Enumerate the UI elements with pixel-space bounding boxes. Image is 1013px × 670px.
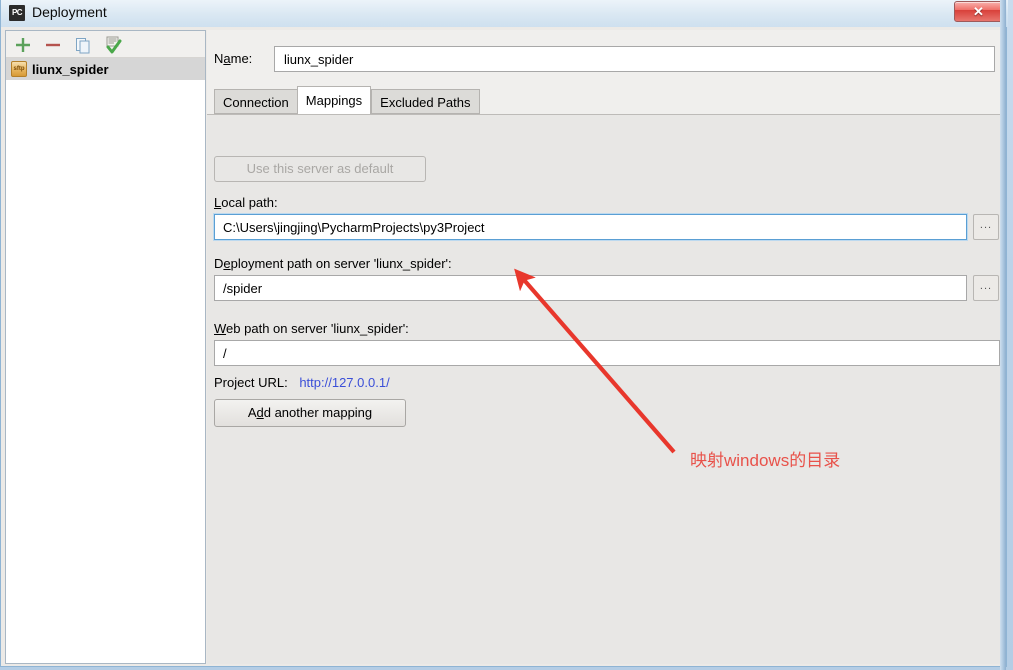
sftp-icon: sftp bbox=[11, 61, 27, 77]
close-icon: ✕ bbox=[973, 4, 984, 19]
validate-server-button[interactable] bbox=[102, 35, 124, 55]
copy-icon bbox=[76, 38, 90, 54]
plus-icon bbox=[16, 38, 30, 52]
web-path-input[interactable] bbox=[214, 340, 1000, 366]
web-path-label: Web path on server 'liunx_spider': bbox=[214, 321, 409, 336]
settings-tabs: Connection Mappings Excluded Paths bbox=[214, 85, 480, 114]
project-url-link[interactable]: http://127.0.0.1/ bbox=[299, 375, 389, 390]
deployment-path-label: Deployment path on server 'liunx_spider'… bbox=[214, 256, 452, 271]
close-button[interactable]: ✕ bbox=[954, 1, 1003, 22]
tab-excluded-paths[interactable]: Excluded Paths bbox=[371, 89, 480, 114]
project-url-label: Project URL: bbox=[214, 375, 288, 390]
pycharm-icon: PC bbox=[9, 5, 25, 21]
tab-mappings[interactable]: Mappings bbox=[296, 86, 372, 114]
server-list-toolbar bbox=[6, 31, 205, 58]
list-item[interactable]: sftp liunx_spider bbox=[6, 58, 205, 80]
deployment-path-browse-button[interactable]: ... bbox=[973, 275, 999, 301]
add-server-button[interactable] bbox=[12, 35, 34, 55]
add-another-mapping-button[interactable]: Add another mapping bbox=[214, 399, 406, 427]
dialog-title: Deployment bbox=[32, 4, 107, 20]
local-path-browse-button[interactable]: ... bbox=[973, 214, 999, 240]
deployment-path-input[interactable] bbox=[214, 275, 967, 301]
server-list-panel: sftp liunx_spider bbox=[5, 30, 206, 664]
name-label: Name: bbox=[214, 51, 253, 66]
server-list[interactable]: sftp liunx_spider bbox=[6, 58, 205, 663]
mappings-tab-body: Use this server as default Local path: .… bbox=[207, 115, 1004, 664]
name-input[interactable] bbox=[274, 46, 995, 72]
server-settings-panel: Name: Connection Mappings Excluded Paths… bbox=[207, 30, 1004, 664]
window-right-edge bbox=[1000, 0, 1006, 670]
minus-icon bbox=[46, 43, 60, 47]
check-icon bbox=[106, 36, 122, 54]
settings-header: Name: Connection Mappings Excluded Paths bbox=[207, 30, 1004, 115]
deployment-dialog: PC Deployment ✕ sftp liunx_spider Name: … bbox=[0, 0, 1008, 670]
dialog-titlebar[interactable]: PC Deployment ✕ bbox=[1, 0, 1008, 27]
copy-server-button[interactable] bbox=[72, 35, 94, 55]
remove-server-button[interactable] bbox=[42, 35, 64, 55]
tab-connection[interactable]: Connection bbox=[214, 89, 297, 114]
project-url-row: Project URL: http://127.0.0.1/ bbox=[214, 375, 390, 390]
use-server-as-default-button[interactable]: Use this server as default bbox=[214, 156, 426, 182]
local-path-label: Local path: bbox=[214, 195, 278, 210]
local-path-input[interactable] bbox=[214, 214, 967, 240]
list-item-label: liunx_spider bbox=[32, 61, 109, 77]
